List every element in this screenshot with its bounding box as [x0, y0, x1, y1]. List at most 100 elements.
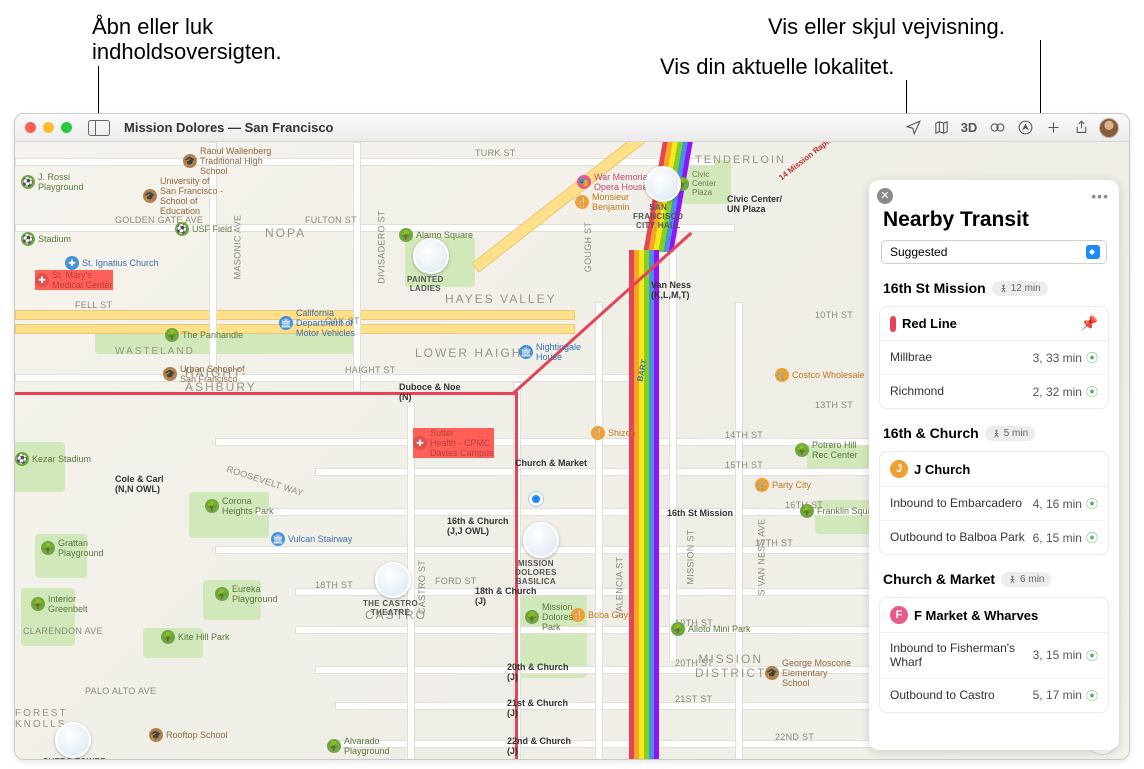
3d-button[interactable]: 3D: [959, 118, 979, 138]
eta: 3, 33 min: [1033, 351, 1082, 365]
poi-stignatius[interactable]: ✚St. Ignatius Church: [65, 256, 159, 270]
poi-civic-plaza[interactable]: 🌳CivicCenterPlaza: [675, 170, 716, 197]
street-21: 21ST ST: [675, 694, 712, 704]
poi-interior[interactable]: 🌳Interior Greenbelt: [31, 594, 88, 614]
filter-select[interactable]: Suggested: [881, 240, 1107, 264]
destination: Inbound to Embarcadero: [890, 496, 1022, 510]
destination: Inbound to Fisherman's Wharf: [890, 641, 1025, 670]
poi-party[interactable]: 🛒Party City: [755, 478, 811, 492]
stop-vanness[interactable]: Van Ness (K,L,M,T): [651, 280, 691, 300]
landmark-label: MISSION DOLORES BASILICA: [515, 560, 557, 586]
share-button[interactable]: [1071, 118, 1091, 138]
poi-kezar[interactable]: ⚽Kezar Stadium: [15, 452, 91, 466]
poi-stadium[interactable]: ⚽Stadium: [21, 232, 71, 246]
road: [335, 702, 895, 710]
add-button[interactable]: [1043, 118, 1063, 138]
poi-alvarado[interactable]: 🌳Alvarado Playground: [327, 736, 390, 756]
poi-urban[interactable]: 🎓Urban School of San Francisco: [163, 364, 245, 384]
current-location-button[interactable]: [903, 118, 923, 138]
stop-cole[interactable]: Cole & Carl (N,N OWL): [115, 474, 164, 494]
pin-icon[interactable]: 📌: [1081, 315, 1098, 332]
poi-alioto[interactable]: 🌳Alioto Mini Park: [671, 622, 751, 636]
app-window: Mission Dolores — San Francisco 3D: [14, 113, 1130, 760]
road: [595, 302, 603, 759]
departure-row[interactable]: Richmond 2, 32 min⦿: [880, 375, 1108, 408]
stop-duboce[interactable]: Duboce & Noe (N): [399, 382, 461, 402]
stop-civic[interactable]: Civic Center/ UN Plaza: [727, 194, 782, 214]
live-icon: ⦿: [1086, 383, 1098, 400]
stop-16th-church[interactable]: 16th & Church (J,J OWL): [447, 516, 509, 536]
poi-kite[interactable]: 🌳Kite Hill Park: [161, 630, 230, 644]
poi-dolores[interactable]: 🌳Mission Dolores Park: [525, 602, 573, 632]
landmark-castro-theatre[interactable]: [375, 562, 411, 598]
poi-grattan[interactable]: 🌳Grattan Playground: [41, 538, 104, 558]
poi-raoul[interactable]: 🎓Raoul Wallenberg Traditional High Schoo…: [183, 146, 271, 176]
poi-shizen[interactable]: 🍴Shizen: [591, 426, 636, 440]
close-button[interactable]: [25, 122, 36, 133]
poi-moscone[interactable]: 🎓George Moscone Elementary School: [765, 658, 851, 688]
walk-icon: [999, 284, 1008, 293]
sidebar-toggle-button[interactable]: [88, 120, 110, 136]
departure-row[interactable]: Outbound to Balboa Park 6, 15 min⦿: [880, 521, 1108, 554]
poi-sutter[interactable]: ✚Sutter Health - CPMC Davies Campus: [413, 428, 494, 458]
line-name: J Church: [914, 462, 970, 477]
poi-usf[interactable]: 🎓University of San Francisco - School of…: [143, 176, 223, 216]
live-icon: ⦿: [1086, 687, 1098, 704]
minimize-button[interactable]: [43, 122, 54, 133]
poi-panhandle[interactable]: 🌳The Panhandle: [165, 328, 243, 342]
street-fulton: FULTON ST: [305, 215, 357, 225]
poi-corona[interactable]: 🌳Corona Heights Park: [205, 496, 274, 516]
landmark-sutro[interactable]: [55, 722, 91, 758]
account-avatar[interactable]: [1099, 118, 1119, 138]
landmark-label: SUTRO TOWER: [43, 758, 106, 759]
eta: 3, 15 min: [1033, 648, 1082, 662]
poi-vulcan[interactable]: 🏛Vulcan Stairway: [271, 532, 352, 546]
poi-potrero[interactable]: 🌳Potrero Hill Rec Center: [795, 440, 858, 460]
close-icon[interactable]: ✕: [877, 188, 893, 204]
station-name: 16th St Mission: [883, 280, 986, 296]
poi-costco[interactable]: 🛒Costco Wholesale: [775, 368, 865, 382]
directions-button[interactable]: [1015, 118, 1035, 138]
stop-16th-mission[interactable]: 16th St Mission: [667, 508, 733, 518]
poi-monsieur[interactable]: 🍴Monsieur Benjamin: [575, 192, 630, 212]
map-mode-button[interactable]: [931, 118, 951, 138]
destination: Richmond: [890, 384, 944, 398]
poi-eureka[interactable]: 🌳Eureka Playground: [215, 584, 278, 604]
stop-20th-church[interactable]: 20th & Church (J): [507, 662, 569, 682]
line-header[interactable]: F F Market & Wharves: [880, 598, 1108, 633]
destination: Outbound to Balboa Park: [890, 530, 1025, 544]
poi-usffield[interactable]: ⚽USF Field: [175, 222, 232, 236]
poi-cadmv[interactable]: 🏛California Department of Motor Vehicles: [279, 308, 355, 338]
stop-22nd-church[interactable]: 22nd & Church (J): [507, 736, 571, 756]
walk-icon: [1008, 575, 1017, 584]
landmark-city-hall[interactable]: [645, 166, 681, 202]
nearby-transit-panel: ✕ ••• Nearby Transit Suggested 16th St M…: [869, 180, 1119, 750]
station-header[interactable]: Church & Market 6 min: [869, 565, 1119, 593]
stop-18th-church[interactable]: 18th & Church (J): [475, 586, 537, 606]
departure-row[interactable]: Inbound to Embarcadero 4, 16 min⦿: [880, 487, 1108, 521]
landmark-painted-ladies[interactable]: [413, 238, 449, 274]
stop-21st-church[interactable]: 21st & Church (J): [507, 698, 568, 718]
departure-row[interactable]: Inbound to Fisherman's Wharf 3, 15 min⦿: [880, 633, 1108, 679]
more-icon[interactable]: •••: [1091, 188, 1109, 204]
chevron-updown-icon: [1086, 245, 1100, 259]
stop-church-market[interactable]: Church & Market: [515, 458, 587, 468]
callout-location: Vis din aktuelle lokalitet.: [660, 54, 894, 79]
departure-row[interactable]: Outbound to Castro 5, 17 min⦿: [880, 679, 1108, 712]
line-header[interactable]: J J Church: [880, 452, 1108, 487]
poi-boba[interactable]: 🍴Boba Guys: [571, 608, 633, 622]
landmark-basilica[interactable]: [523, 522, 559, 558]
poi-stmary[interactable]: ✚St. Mary's Medical Center: [35, 270, 113, 290]
poi-rooftop[interactable]: 🎓Rooftop School: [149, 728, 228, 742]
map-canvas[interactable]: NOPA HAYES VALLEY TENDERLOIN LOWER HAIGH…: [15, 142, 1129, 759]
zoom-button[interactable]: [61, 122, 72, 133]
departure-row[interactable]: Millbrae 3, 33 min⦿: [880, 341, 1108, 375]
poi-warmem[interactable]: 🎭War Memorial Opera House: [577, 172, 650, 192]
look-around-button[interactable]: [987, 118, 1007, 138]
station-header[interactable]: 16th St Mission 12 min: [869, 274, 1119, 302]
poi-nightingale[interactable]: 🏛Nightingale House: [519, 342, 581, 362]
station-header[interactable]: 16th & Church 5 min: [869, 419, 1119, 447]
poi-jrossi[interactable]: ⚽J. Rossi Playground: [21, 172, 84, 192]
live-icon: ⦿: [1086, 529, 1098, 546]
line-header[interactable]: Red Line 📌: [880, 307, 1108, 341]
